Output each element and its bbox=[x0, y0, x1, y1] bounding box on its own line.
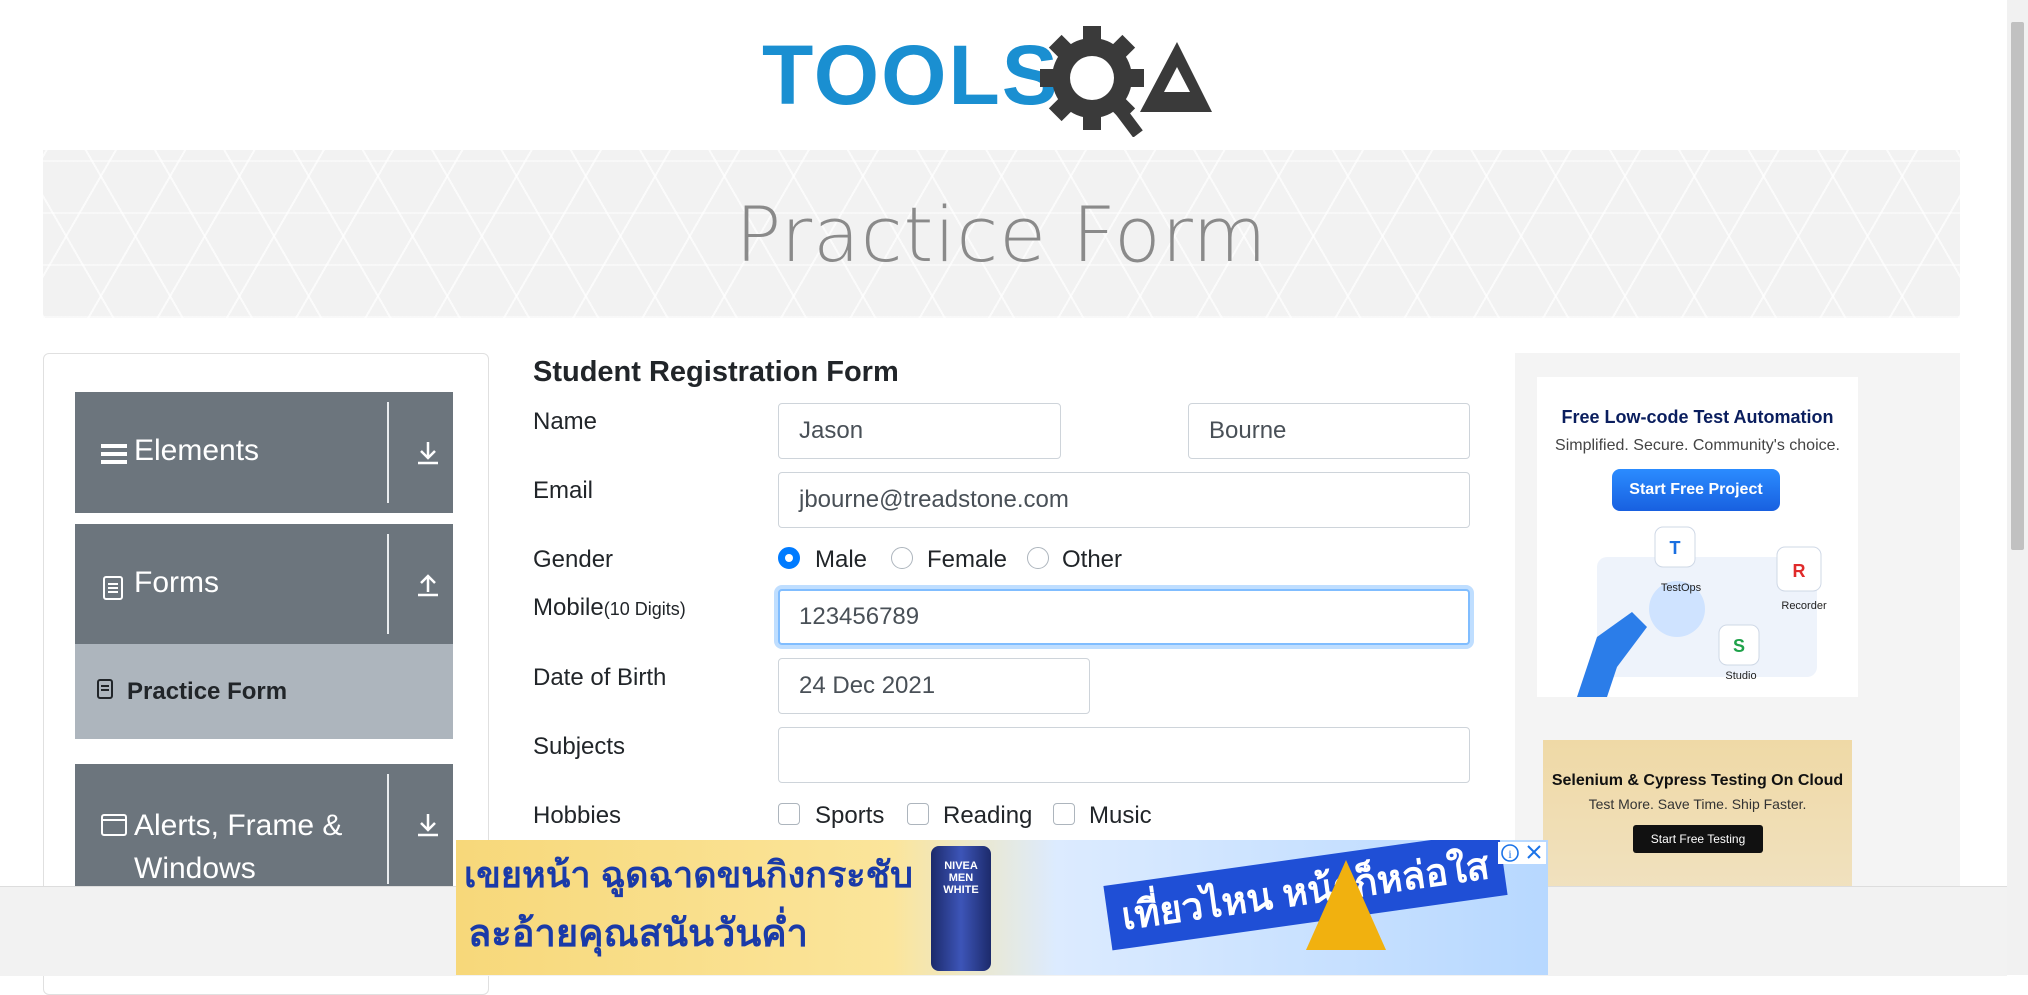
scrollbar-thumb[interactable] bbox=[2011, 22, 2024, 550]
ad-title: Selenium & Cypress Testing On Cloud bbox=[1551, 772, 1844, 789]
sidebar-item-label: Practice Form bbox=[127, 678, 288, 705]
mobile-hint: (10 Digits) bbox=[603, 599, 686, 619]
ad-subtitle: Test More. Save Time. Ship Faster. bbox=[1588, 796, 1807, 812]
gender-label: Gender bbox=[533, 546, 614, 573]
divider bbox=[387, 402, 389, 503]
gender-option-other[interactable]: Other bbox=[1062, 546, 1122, 574]
ad-label-recorder: Recorder bbox=[1781, 600, 1827, 612]
svg-text:i: i bbox=[1508, 847, 1512, 861]
ad-controls: i bbox=[1498, 842, 1546, 864]
upload-arrow-icon[interactable] bbox=[413, 570, 443, 600]
window-icon bbox=[101, 814, 127, 836]
ad-label-studio: Studio bbox=[1725, 670, 1756, 682]
product-image: NIVEA MEN WHITE bbox=[931, 846, 991, 971]
svg-text:R: R bbox=[1793, 561, 1806, 581]
bottom-banner-ad[interactable]: เขยหน้า ฉูดฉาดขนกิงกระชับ ละอ้ายคุณสนันว… bbox=[456, 840, 1548, 975]
sidebar-group-label: Elements bbox=[134, 434, 260, 467]
subjects-input[interactable] bbox=[778, 727, 1470, 783]
date-of-birth-input[interactable]: 24 Dec 2021 bbox=[778, 658, 1090, 714]
svg-text:S: S bbox=[1733, 636, 1745, 656]
logo-text-tools: TOOLS bbox=[762, 28, 1060, 122]
email-label: Email bbox=[533, 477, 594, 504]
gender-radio-female[interactable] bbox=[891, 547, 913, 569]
document-icon bbox=[103, 576, 123, 600]
subjects-label: Subjects bbox=[533, 733, 626, 760]
email-input[interactable]: jbourne@treadstone.com bbox=[778, 472, 1470, 528]
label-line-1: Alerts, Frame & bbox=[134, 809, 343, 842]
ad-katalon[interactable]: Free Low-code Test Automation Simplified… bbox=[1537, 377, 1858, 697]
sidebar-item-practice-form[interactable]: Practice Form bbox=[75, 644, 453, 739]
vertical-scrollbar[interactable] bbox=[2007, 0, 2028, 975]
hobby-label-reading[interactable]: Reading bbox=[943, 802, 1032, 830]
last-name-input[interactable]: Bourne bbox=[1188, 403, 1470, 459]
gender-option-male[interactable]: Male bbox=[815, 546, 867, 574]
hobby-label-music[interactable]: Music bbox=[1089, 802, 1152, 830]
ad-subtitle: Simplified. Secure. Community's choice. bbox=[1555, 437, 1840, 454]
sidebar-group-label: Alerts, Frame & Windows bbox=[134, 804, 342, 890]
mobile-label: Mobile(10 Digits) bbox=[533, 594, 686, 622]
form-title: Student Registration Form bbox=[533, 356, 899, 388]
hamburger-icon bbox=[101, 444, 127, 464]
sidebar-group-label: Forms bbox=[134, 566, 219, 599]
label-line-2: Windows bbox=[134, 852, 256, 885]
ad-headline-1: เขยหน้า ฉูดฉาดขนกิงกระชับ bbox=[464, 854, 913, 895]
info-icon: i bbox=[1501, 844, 1519, 862]
first-name-input[interactable]: Jason bbox=[778, 403, 1061, 459]
ad-title: Free Low-code Test Automation bbox=[1561, 407, 1834, 427]
sidebar-group-alerts-frame-windows[interactable]: Alerts, Frame & Windows bbox=[75, 764, 453, 894]
hobby-checkbox-reading[interactable] bbox=[907, 803, 929, 825]
mobile-label-text: Mobile bbox=[533, 594, 604, 621]
download-arrow-icon[interactable] bbox=[413, 438, 443, 468]
download-arrow-icon[interactable] bbox=[413, 810, 443, 840]
page-banner: Practice Form bbox=[43, 150, 1960, 318]
form-icon bbox=[97, 679, 113, 699]
svg-text:T: T bbox=[1670, 538, 1681, 558]
divider bbox=[387, 774, 389, 884]
page-title: Practice Form bbox=[735, 190, 1268, 279]
dob-label: Date of Birth bbox=[533, 664, 667, 691]
product-name: NIVEA MEN WHITE bbox=[943, 860, 979, 896]
start-free-testing-button[interactable]: Start Free Testing bbox=[1633, 825, 1763, 853]
name-label: Name bbox=[533, 408, 598, 435]
ad-label-testops: TestOps bbox=[1661, 582, 1702, 594]
start-free-project-button[interactable]: Start Free Project bbox=[1612, 469, 1780, 511]
gender-option-female[interactable]: Female bbox=[927, 546, 1007, 574]
hobbies-label: Hobbies bbox=[533, 802, 622, 829]
ad-headline-2: ละอ้ายคุณสนันวันค่ำ bbox=[468, 913, 809, 955]
hobby-checkbox-sports[interactable] bbox=[778, 803, 800, 825]
hobby-checkbox-music[interactable] bbox=[1053, 803, 1075, 825]
close-icon bbox=[1527, 845, 1541, 859]
gender-radio-other[interactable] bbox=[1027, 547, 1049, 569]
mobile-input[interactable]: 123456789 bbox=[778, 589, 1470, 645]
sidebar-group-elements[interactable]: Elements bbox=[75, 392, 453, 513]
divider bbox=[387, 534, 389, 634]
pagoda-illustration bbox=[1306, 860, 1386, 950]
gender-radio-male[interactable] bbox=[778, 547, 800, 569]
hobby-label-sports[interactable]: Sports bbox=[815, 802, 884, 830]
sidebar-group-forms[interactable]: Forms bbox=[75, 524, 453, 644]
ad-illustration: T R S TestOps Recorder Studio bbox=[1577, 526, 1827, 697]
toolsqa-logo[interactable]: TOOLS bbox=[762, 22, 1247, 138]
